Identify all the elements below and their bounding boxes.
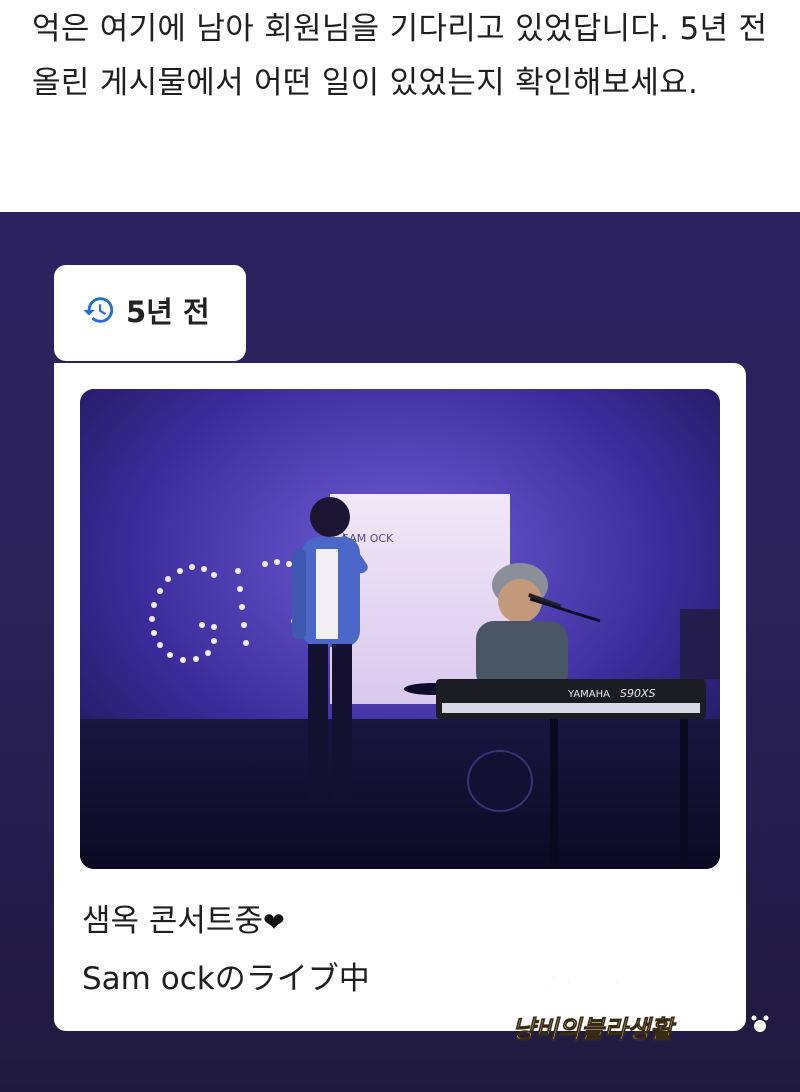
svg-text:냥비의블라생활: 냥비의블라생활: [512, 1015, 677, 1044]
memory-post-card[interactable]: SAM OCK YAMAHA S90XS 샘옥 콘서트중❤ Sam ockのライ…: [54, 363, 746, 1031]
caption-line-1: 샘옥 콘서트중: [82, 903, 263, 939]
intro-text: 억은 여기에 남아 회원님을 기다리고 있었답니다. 5년 전 올린 게시물에서…: [32, 11, 768, 101]
intro-section: 억은 여기에 남아 회원님을 기다리고 있었답니다. 5년 전 올린 게시물에서…: [0, 0, 800, 212]
blog-watermark: 뚱냥이엄마의 냥비의블라생활: [489, 970, 769, 1044]
caption-line-2: Sam ockのライブ中: [82, 961, 370, 997]
history-icon: [83, 297, 114, 323]
svg-text:S90XS: S90XS: [620, 687, 656, 700]
post-caption: 샘옥 콘서트중❤ Sam ockのライブ中: [82, 893, 370, 1007]
svg-text:뚱냥이엄마의: 뚱냥이엄마의: [490, 971, 637, 1001]
heart-icon: ❤: [262, 908, 285, 938]
concert-photo[interactable]: SAM OCK YAMAHA S90XS: [80, 389, 720, 869]
time-ago-chip: 5년 전: [54, 265, 246, 361]
time-ago-label: 5년 전: [126, 295, 210, 329]
svg-text:YAMAHA: YAMAHA: [567, 689, 610, 700]
